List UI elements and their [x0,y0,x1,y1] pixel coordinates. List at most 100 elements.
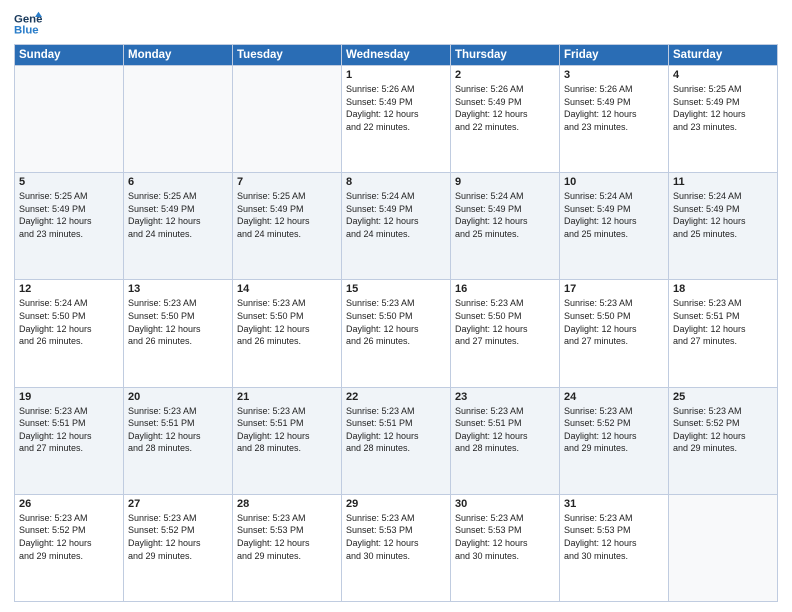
calendar-day-8: 8Sunrise: 5:24 AM Sunset: 5:49 PM Daylig… [342,173,451,280]
calendar-day-11: 11Sunrise: 5:24 AM Sunset: 5:49 PM Dayli… [669,173,778,280]
day-number: 28 [237,498,337,510]
day-number: 31 [564,498,664,510]
day-number: 5 [19,176,119,188]
calendar-day-21: 21 Sunrise: 5:23 AM Sunset: 5:51 PM Dayli… [233,387,342,494]
calendar-week-row: 1 Sunrise: 5:26 AM Sunset: 5:49 PM Daylig… [15,66,778,173]
day-number: 1 [346,69,446,81]
day-info: Sunrise: 5:26 AM Sunset: 5:49 PM Dayligh… [346,83,446,133]
weekday-header-tuesday: Tuesday [233,45,342,66]
day-info: Sunrise: 5:26 AM Sunset: 5:49 PM Dayligh… [564,83,664,133]
calendar-day-3: 3 Sunrise: 5:26 AM Sunset: 5:49 PM Daylig… [560,66,669,173]
day-info: Sunrise: 5:23 AM Sunset: 5:51 PM Dayligh… [346,405,446,455]
day-info: Sunrise: 5:23 AM Sunset: 5:51 PM Dayligh… [19,405,119,455]
day-info: Sunrise: 5:23 AM Sunset: 5:50 PM Dayligh… [346,297,446,347]
day-info: Sunrise: 5:25 AM Sunset: 5:49 PM Dayligh… [19,190,119,240]
calendar-day-22: 22 Sunrise: 5:23 AM Sunset: 5:51 PM Dayli… [342,387,451,494]
calendar-day-2: 2 Sunrise: 5:26 AM Sunset: 5:49 PM Daylig… [451,66,560,173]
calendar-day-13: 13 Sunrise: 5:23 AM Sunset: 5:50 PM Dayli… [124,280,233,387]
day-info: Sunrise: 5:23 AM Sunset: 5:53 PM Dayligh… [237,512,337,562]
calendar-empty-cell [669,494,778,601]
weekday-header-sunday: Sunday [15,45,124,66]
day-info: Sunrise: 5:23 AM Sunset: 5:50 PM Dayligh… [128,297,228,347]
calendar-empty-cell [124,66,233,173]
day-info: Sunrise: 5:23 AM Sunset: 5:50 PM Dayligh… [237,297,337,347]
day-number: 2 [455,69,555,81]
calendar-day-15: 15 Sunrise: 5:23 AM Sunset: 5:50 PM Dayli… [342,280,451,387]
day-info: Sunrise: 5:23 AM Sunset: 5:52 PM Dayligh… [128,512,228,562]
day-number: 14 [237,283,337,295]
calendar-table: SundayMondayTuesdayWednesdayThursdayFrid… [14,44,778,602]
calendar-day-17: 17 Sunrise: 5:23 AM Sunset: 5:50 PM Dayli… [560,280,669,387]
day-number: 24 [564,391,664,403]
calendar-day-12: 12Sunrise: 5:24 AM Sunset: 5:50 PM Dayli… [15,280,124,387]
calendar-week-row: 5 Sunrise: 5:25 AM Sunset: 5:49 PM Daylig… [15,173,778,280]
day-number: 27 [128,498,228,510]
calendar-day-7: 7 Sunrise: 5:25 AM Sunset: 5:49 PM Daylig… [233,173,342,280]
calendar-day-14: 14 Sunrise: 5:23 AM Sunset: 5:50 PM Dayli… [233,280,342,387]
day-info: Sunrise: 5:24 AM Sunset: 5:49 PM Dayligh… [455,190,555,240]
calendar-day-24: 24 Sunrise: 5:23 AM Sunset: 5:52 PM Dayli… [560,387,669,494]
day-number: 26 [19,498,119,510]
weekday-header-monday: Monday [124,45,233,66]
calendar-week-row: 26 Sunrise: 5:23 AM Sunset: 5:52 PM Dayli… [15,494,778,601]
day-info: Sunrise: 5:24 AM Sunset: 5:49 PM Dayligh… [564,190,664,240]
day-number: 4 [673,69,773,81]
day-info: Sunrise: 5:26 AM Sunset: 5:49 PM Dayligh… [455,83,555,133]
calendar-day-19: 19 Sunrise: 5:23 AM Sunset: 5:51 PM Dayli… [15,387,124,494]
calendar-day-1: 1 Sunrise: 5:26 AM Sunset: 5:49 PM Daylig… [342,66,451,173]
day-info: Sunrise: 5:23 AM Sunset: 5:50 PM Dayligh… [564,297,664,347]
day-number: 23 [455,391,555,403]
day-info: Sunrise: 5:23 AM Sunset: 5:51 PM Dayligh… [128,405,228,455]
calendar-header-row: SundayMondayTuesdayWednesdayThursdayFrid… [15,45,778,66]
calendar-day-6: 6Sunrise: 5:25 AM Sunset: 5:49 PM Daylig… [124,173,233,280]
weekday-header-wednesday: Wednesday [342,45,451,66]
day-number: 13 [128,283,228,295]
day-info: Sunrise: 5:23 AM Sunset: 5:51 PM Dayligh… [237,405,337,455]
calendar-week-row: 12Sunrise: 5:24 AM Sunset: 5:50 PM Dayli… [15,280,778,387]
calendar-day-27: 27 Sunrise: 5:23 AM Sunset: 5:52 PM Dayli… [124,494,233,601]
calendar-day-16: 16Sunrise: 5:23 AM Sunset: 5:50 PM Dayli… [451,280,560,387]
day-info: Sunrise: 5:24 AM Sunset: 5:50 PM Dayligh… [19,297,119,347]
logo-icon: General Blue [14,10,42,38]
page: General Blue SundayMondayTuesdayWednesda… [0,0,792,612]
day-info: Sunrise: 5:23 AM Sunset: 5:53 PM Dayligh… [455,512,555,562]
calendar-empty-cell [15,66,124,173]
calendar-day-29: 29Sunrise: 5:23 AM Sunset: 5:53 PM Dayli… [342,494,451,601]
day-number: 10 [564,176,664,188]
day-number: 29 [346,498,446,510]
calendar-day-10: 10 Sunrise: 5:24 AM Sunset: 5:49 PM Dayli… [560,173,669,280]
header: General Blue [14,10,778,38]
day-number: 3 [564,69,664,81]
day-number: 9 [455,176,555,188]
day-info: Sunrise: 5:24 AM Sunset: 5:49 PM Dayligh… [673,190,773,240]
day-number: 25 [673,391,773,403]
day-number: 18 [673,283,773,295]
day-info: Sunrise: 5:25 AM Sunset: 5:49 PM Dayligh… [673,83,773,133]
weekday-header-friday: Friday [560,45,669,66]
calendar-empty-cell [233,66,342,173]
calendar-day-26: 26 Sunrise: 5:23 AM Sunset: 5:52 PM Dayli… [15,494,124,601]
calendar-day-4: 4 Sunrise: 5:25 AM Sunset: 5:49 PM Daylig… [669,66,778,173]
day-number: 21 [237,391,337,403]
day-info: Sunrise: 5:23 AM Sunset: 5:52 PM Dayligh… [19,512,119,562]
day-number: 15 [346,283,446,295]
day-number: 7 [237,176,337,188]
calendar-week-row: 19 Sunrise: 5:23 AM Sunset: 5:51 PM Dayli… [15,387,778,494]
day-info: Sunrise: 5:23 AM Sunset: 5:52 PM Dayligh… [673,405,773,455]
calendar-day-5: 5 Sunrise: 5:25 AM Sunset: 5:49 PM Daylig… [15,173,124,280]
logo: General Blue [14,10,46,38]
day-info: Sunrise: 5:23 AM Sunset: 5:53 PM Dayligh… [564,512,664,562]
calendar-day-23: 23 Sunrise: 5:23 AM Sunset: 5:51 PM Dayli… [451,387,560,494]
svg-text:Blue: Blue [14,25,39,37]
day-number: 30 [455,498,555,510]
day-number: 22 [346,391,446,403]
calendar-day-18: 18 Sunrise: 5:23 AM Sunset: 5:51 PM Dayli… [669,280,778,387]
day-info: Sunrise: 5:23 AM Sunset: 5:51 PM Dayligh… [673,297,773,347]
day-number: 19 [19,391,119,403]
day-number: 16 [455,283,555,295]
day-info: Sunrise: 5:23 AM Sunset: 5:51 PM Dayligh… [455,405,555,455]
weekday-header-saturday: Saturday [669,45,778,66]
day-info: Sunrise: 5:25 AM Sunset: 5:49 PM Dayligh… [237,190,337,240]
day-info: Sunrise: 5:23 AM Sunset: 5:52 PM Dayligh… [564,405,664,455]
day-number: 17 [564,283,664,295]
